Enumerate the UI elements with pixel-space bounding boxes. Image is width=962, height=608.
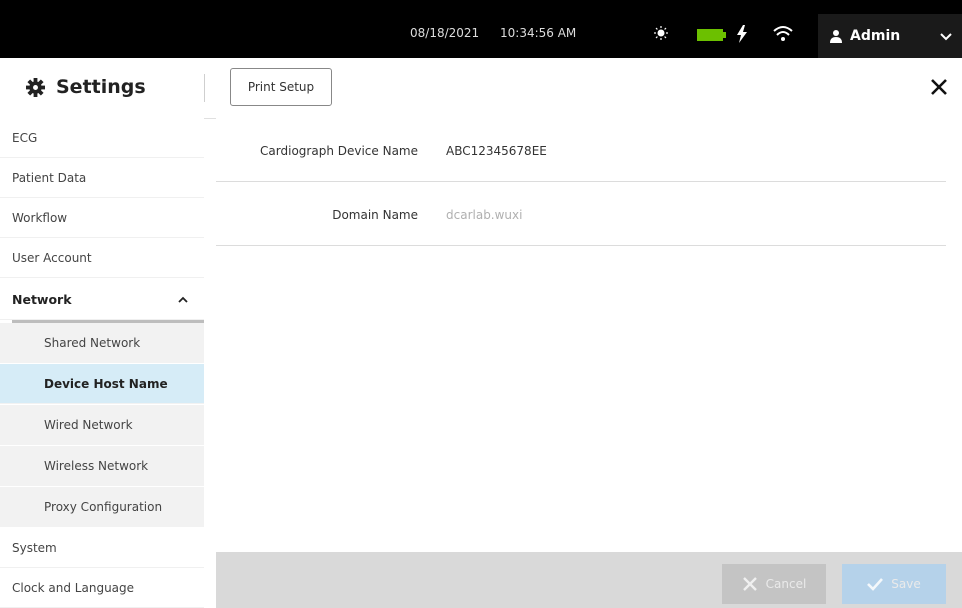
- field-row-device-name: Cardiograph Device Name ABC12345678EE: [216, 118, 946, 182]
- sidebar-item-user-account[interactable]: User Account: [0, 238, 204, 278]
- sidebar-item-wireless-network[interactable]: Wireless Network: [0, 446, 204, 486]
- gear-icon: [26, 78, 45, 97]
- page-title: Settings: [56, 76, 146, 98]
- action-footer: Cancel Save: [216, 552, 962, 608]
- sidebar-item-shared-network[interactable]: Shared Network: [0, 323, 204, 363]
- header-divider: [204, 74, 205, 102]
- chevron-down-icon: [940, 33, 952, 41]
- status-date: 08/18/2021: [410, 26, 480, 40]
- user-name: Admin: [850, 28, 901, 44]
- settings-sidebar: ECG Patient Data Workflow User Account N…: [0, 118, 204, 608]
- sidebar-item-workflow[interactable]: Workflow: [0, 198, 204, 238]
- sidebar-item-device-host-name[interactable]: Device Host Name: [0, 364, 204, 404]
- chevron-up-icon: [178, 296, 188, 303]
- save-button[interactable]: Save: [842, 564, 946, 604]
- close-icon: [742, 577, 757, 591]
- checkmark-icon: [867, 578, 884, 591]
- cancel-label: Cancel: [765, 577, 807, 591]
- status-bar: 08/18/2021 10:34:56 AM Admin: [0, 0, 962, 58]
- device-name-field[interactable]: ABC12345678EE: [446, 144, 547, 158]
- sidebar-item-patient-data[interactable]: Patient Data: [0, 158, 204, 198]
- domain-name-field[interactable]: dcarlab.wuxi: [446, 208, 522, 222]
- user-icon: [830, 30, 842, 43]
- battery-icon: [697, 29, 726, 41]
- close-icon[interactable]: [930, 78, 948, 96]
- sidebar-item-label: Network: [12, 292, 72, 307]
- cancel-button[interactable]: Cancel: [722, 564, 826, 604]
- sidebar-item-network[interactable]: Network: [0, 280, 204, 320]
- brightness-icon[interactable]: [654, 26, 668, 40]
- charging-icon: [737, 25, 747, 43]
- status-time: 10:34:56 AM: [500, 26, 577, 40]
- field-label: Domain Name: [332, 208, 418, 222]
- sidebar-item-clock-and-language[interactable]: Clock and Language: [0, 568, 204, 608]
- user-menu[interactable]: Admin: [818, 14, 962, 58]
- sidebar-item-wired-network[interactable]: Wired Network: [0, 405, 204, 445]
- sidebar-item-system[interactable]: System: [0, 528, 204, 568]
- sidebar-item-proxy-configuration[interactable]: Proxy Configuration: [0, 487, 204, 527]
- sidebar-item-ecg[interactable]: ECG: [0, 118, 204, 158]
- wifi-icon[interactable]: [773, 25, 793, 43]
- field-label: Cardiograph Device Name: [260, 144, 418, 158]
- print-setup-button[interactable]: Print Setup: [230, 68, 332, 106]
- main-content: Cardiograph Device Name ABC12345678EE Do…: [216, 118, 962, 552]
- settings-header: Settings Print Setup: [0, 58, 962, 119]
- save-label: Save: [891, 577, 921, 591]
- field-row-domain-name: Domain Name dcarlab.wuxi: [216, 182, 946, 246]
